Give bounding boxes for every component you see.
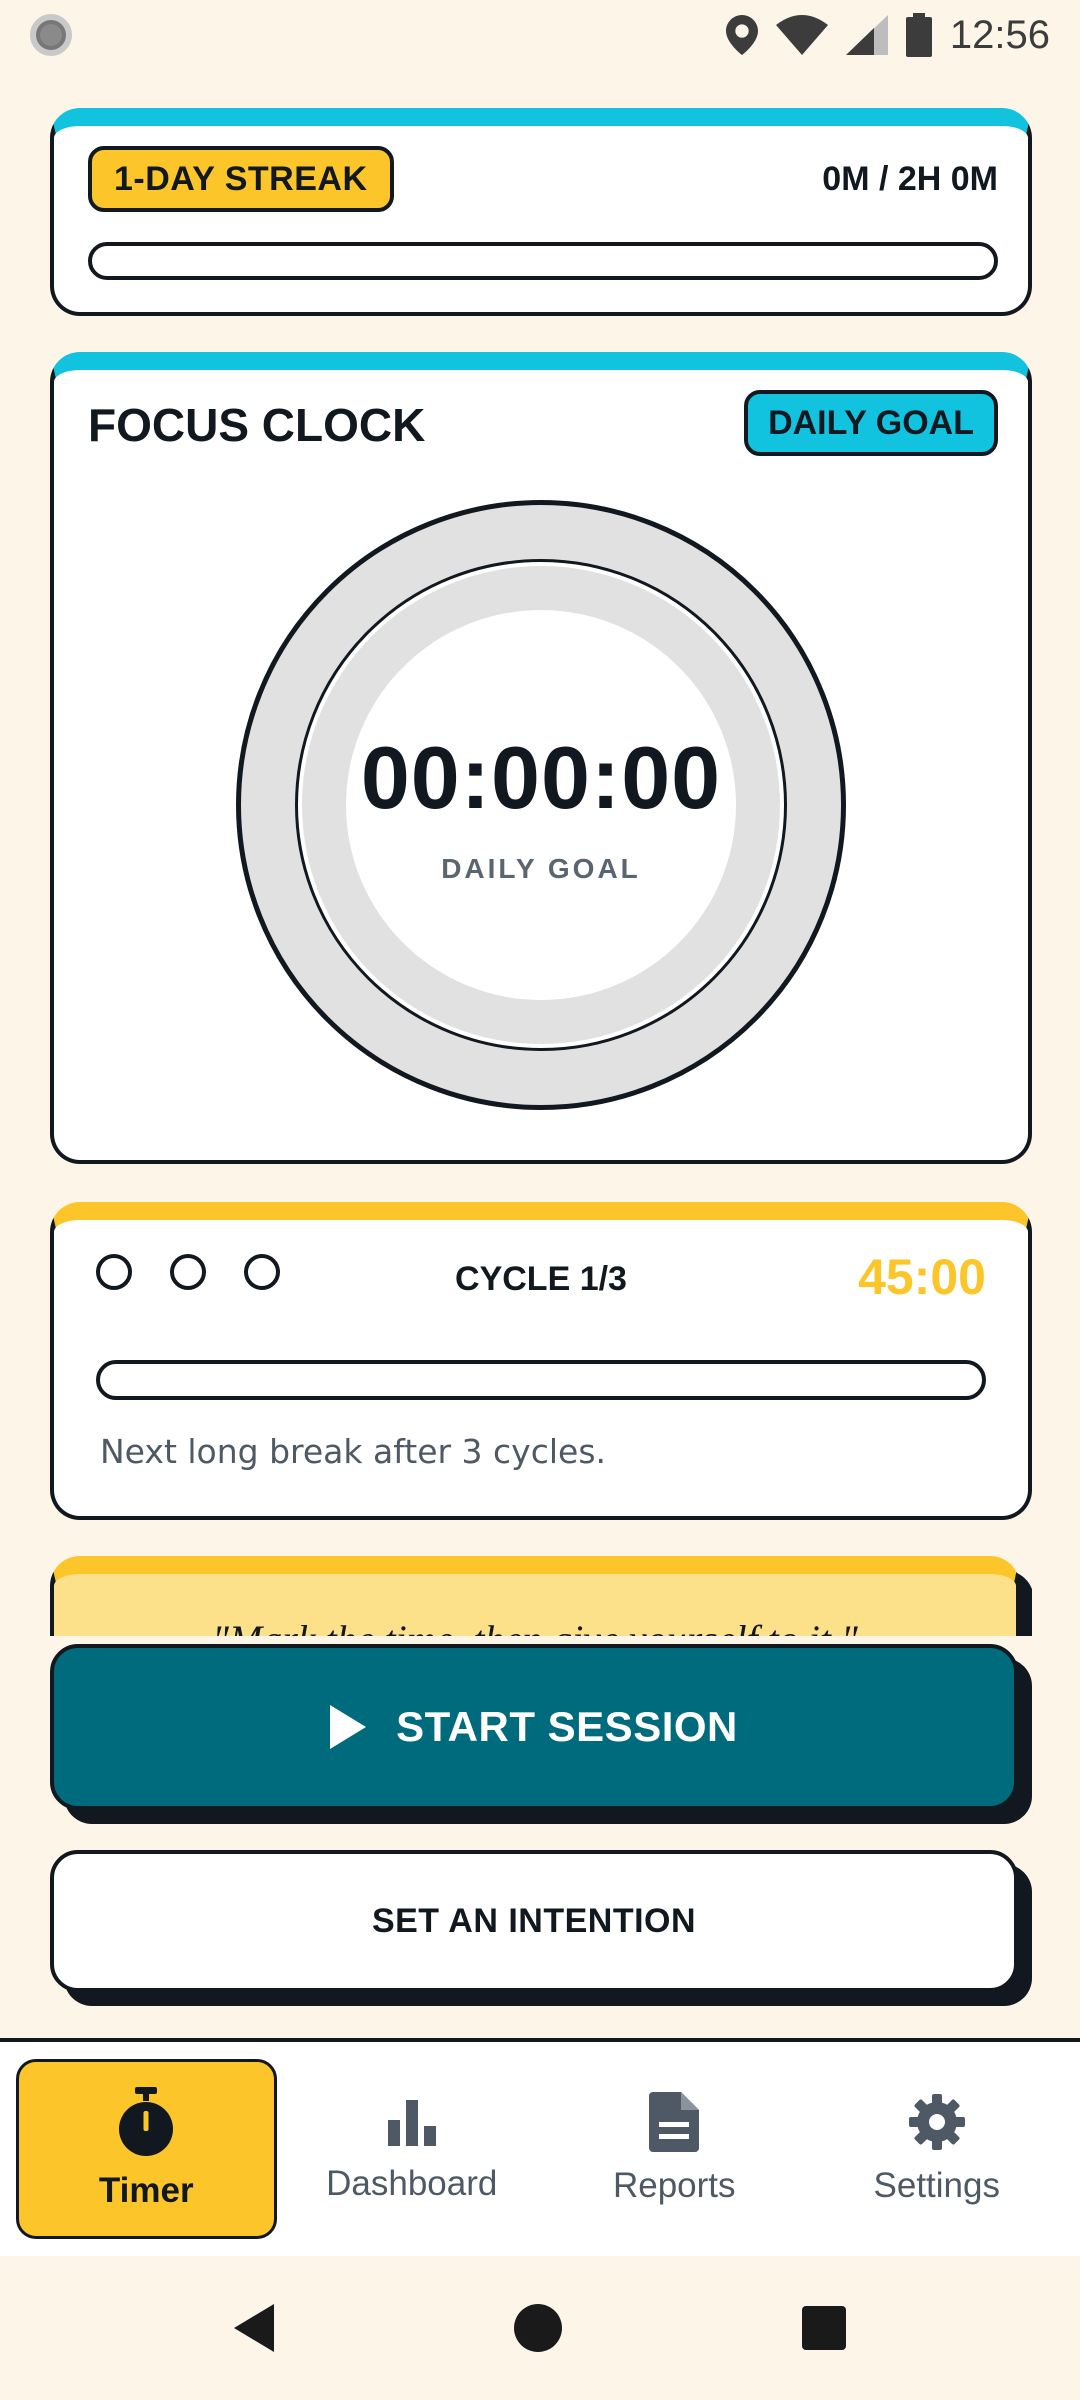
start-session-button[interactable]: START SESSION bbox=[50, 1644, 1018, 1810]
cycle-note: Next long break after 3 cycles. bbox=[100, 1432, 607, 1471]
nav-label-timer: Timer bbox=[98, 2171, 194, 2210]
back-icon[interactable] bbox=[234, 2304, 274, 2352]
status-time: 12:56 bbox=[949, 12, 1050, 57]
quote-text: "Mark the time, then give yourself to it… bbox=[54, 1616, 1016, 1636]
daily-goal-badge[interactable]: DAILY GOAL bbox=[744, 390, 998, 456]
signal-icon bbox=[845, 15, 888, 55]
streak-badge: 1-DAY STREAK bbox=[88, 146, 394, 212]
play-icon bbox=[330, 1705, 367, 1749]
home-icon[interactable] bbox=[514, 2304, 562, 2352]
nav-item-timer[interactable]: Timer bbox=[16, 2059, 277, 2239]
nav-item-dashboard[interactable]: Dashboard bbox=[285, 2059, 540, 2239]
document-icon bbox=[649, 2092, 700, 2152]
bottom-nav: Timer Dashboard Reports Settings bbox=[0, 2038, 1080, 2256]
notification-dot-icon bbox=[30, 14, 72, 56]
set-intention-label: SET AN INTENTION bbox=[371, 1901, 697, 1940]
nav-item-reports[interactable]: Reports bbox=[547, 2059, 802, 2239]
streak-progress-bar bbox=[88, 242, 998, 280]
nav-label-reports: Reports bbox=[612, 2166, 736, 2205]
cycle-card: CYCLE 1/3 45:00 Next long break after 3 … bbox=[50, 1202, 1032, 1520]
location-icon bbox=[725, 15, 758, 55]
clock-caption: DAILY GOAL bbox=[441, 853, 641, 884]
stopwatch-icon bbox=[119, 2087, 174, 2156]
nav-label-dashboard: Dashboard bbox=[326, 2164, 498, 2203]
nav-item-settings[interactable]: Settings bbox=[810, 2059, 1065, 2239]
clock-dial: 00:00:00 DAILY GOAL bbox=[236, 500, 846, 1110]
cycle-progress-bar bbox=[96, 1360, 986, 1400]
system-nav-bar bbox=[0, 2256, 1080, 2400]
nav-label-settings: Settings bbox=[873, 2166, 1000, 2205]
set-intention-wrapper: SET AN INTENTION bbox=[50, 1850, 1032, 2006]
wifi-icon bbox=[775, 15, 828, 55]
quote-card: "Mark the time, then give yourself to it… bbox=[50, 1556, 1032, 1636]
focus-clock-title: FOCUS CLOCK bbox=[88, 399, 426, 451]
battery-icon bbox=[905, 13, 932, 57]
clock-time: 00:00:00 bbox=[360, 728, 722, 827]
gear-icon bbox=[908, 2094, 965, 2150]
cycle-time: 45:00 bbox=[858, 1249, 986, 1305]
recents-icon[interactable] bbox=[802, 2306, 846, 2350]
streak-card: 1-DAY STREAK 0M / 2H 0M bbox=[50, 108, 1032, 316]
start-session-label: START SESSION bbox=[396, 1703, 738, 1750]
bar-chart-icon bbox=[387, 2100, 436, 2146]
set-intention-button[interactable]: SET AN INTENTION bbox=[50, 1850, 1018, 1992]
focus-clock-card: FOCUS CLOCK DAILY GOAL 00:00:00 DAILY GO… bbox=[50, 352, 1032, 1164]
streak-progress-text: 0M / 2H 0M bbox=[822, 160, 998, 198]
start-session-wrapper: START SESSION bbox=[50, 1644, 1032, 1824]
status-bar: 12:56 bbox=[0, 0, 1080, 70]
